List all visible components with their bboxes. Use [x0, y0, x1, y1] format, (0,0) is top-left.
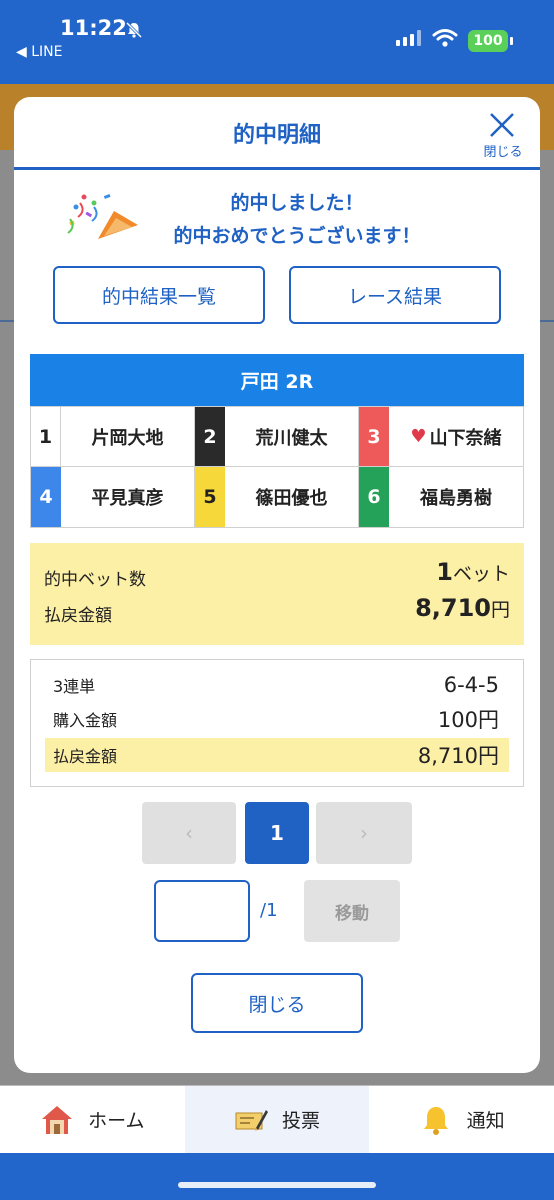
tab-vote-label: 投票 — [282, 1110, 321, 1132]
close-icon[interactable] — [486, 109, 518, 141]
hit-list-button[interactable]: 的中結果一覧 — [53, 266, 265, 324]
bell-icon — [423, 1106, 448, 1135]
detail-payout-value: 8,710円 — [417, 744, 499, 768]
racer-4: 4 平見真彦 — [31, 467, 195, 527]
racer-1: 1 片岡大地 — [31, 407, 195, 467]
battery-indicator: 100 — [468, 30, 513, 52]
racer-name: 荒川健太 — [255, 427, 328, 449]
race-name: 戸田 2R — [30, 354, 524, 406]
racer-name-cell: 平見真彦 — [61, 484, 194, 510]
payout-value: 8,710円 — [415, 594, 510, 622]
detail-row-payout: 払戻金額 8,710円 — [45, 738, 509, 772]
racer-3: 3 ♥ 山下奈緒 — [359, 407, 523, 467]
bottom-tab-bar: ホーム 投票 通知 — [0, 1085, 554, 1153]
congrats-message: 的中しました！ 的中おめでとうございます！ — [132, 187, 462, 253]
racer-name-cell: 福島勇樹 — [389, 484, 523, 510]
purchase-label: 購入金額 — [53, 711, 118, 730]
move-page-button[interactable]: 移動 — [304, 880, 400, 942]
racer-6: 6 福島勇樹 — [359, 467, 523, 527]
next-page-button[interactable]: › — [316, 802, 412, 864]
racer-name-cell: 片岡大地 — [61, 424, 194, 450]
bet-count-value: 1ベット — [436, 558, 510, 586]
race-result-button[interactable]: レース結果 — [289, 266, 501, 324]
racer-name-cell: ♥ 山下奈緒 — [389, 424, 523, 450]
bet-count-number: 1 — [436, 558, 453, 586]
racer-number: 4 — [31, 467, 61, 527]
home-indicator-area — [0, 1153, 554, 1200]
detail-row-purchase: 購入金額 100円 — [45, 702, 509, 736]
current-page-button[interactable]: 1 — [245, 802, 309, 864]
favorite-heart-icon: ♥ — [410, 426, 427, 447]
congrats-line-2: 的中おめでとうございます！ — [173, 225, 421, 247]
racer-2: 2 荒川健太 — [195, 407, 359, 467]
home-icon — [42, 1105, 73, 1134]
payout-number: 8,710 — [415, 594, 491, 622]
wifi-icon — [432, 29, 458, 47]
tab-notifications-label: 通知 — [466, 1110, 505, 1132]
racer-number: 6 — [359, 467, 389, 527]
hit-detail-modal: 的中明細 閉じる 的中しました！ 的中おめでとうございます！ 的中結果一覧 レー… — [14, 97, 540, 1073]
cellular-signal-icon — [396, 30, 421, 46]
bet-type-label: 3連単 — [53, 677, 96, 696]
tab-home-label: ホーム — [88, 1110, 145, 1132]
ticket-icon — [235, 1109, 268, 1131]
racer-name-cell: 篠田優也 — [225, 484, 358, 510]
racer-name: 片岡大地 — [91, 427, 164, 449]
bet-count-unit: ベット — [452, 563, 510, 585]
racer-name: 福島勇樹 — [420, 488, 492, 509]
purchase-value: 100円 — [437, 708, 499, 732]
tab-vote[interactable]: 投票 — [184, 1086, 370, 1153]
racer-number: 2 — [195, 407, 225, 466]
status-bar: 11:22 ◀ LINE 100 — [0, 0, 554, 84]
modal-title: 的中明細 — [232, 123, 321, 148]
payout-unit: 円 — [490, 599, 510, 621]
close-button[interactable]: 閉じる — [191, 973, 363, 1033]
page-total: /1 — [260, 900, 278, 921]
racer-number: 3 — [359, 407, 389, 466]
racer-number: 1 — [31, 407, 61, 466]
title-divider — [14, 167, 540, 170]
racer-name: 山下奈緒 — [429, 427, 502, 449]
home-indicator — [178, 1182, 376, 1188]
detail-row-bet-type: 3連単 6-4-5 — [45, 668, 509, 702]
racer-name-cell: 荒川健太 — [225, 424, 358, 450]
prev-page-button[interactable]: ‹ — [142, 802, 236, 864]
racer-grid: 1 片岡大地 2 荒川健太 3 ♥ 山下奈緒 4 平見真彦 5 篠田優也 6 福島勇樹 — [30, 406, 524, 528]
payout-label: 払戻金額 — [44, 606, 112, 626]
status-time: 11:22 — [60, 16, 127, 40]
racer-name: 平見真彦 — [91, 488, 164, 509]
tab-home[interactable]: ホーム — [0, 1086, 185, 1153]
congrats-line-1: 的中しました！ — [230, 192, 364, 214]
tab-notifications[interactable]: 通知 — [369, 1086, 554, 1153]
detail-payout-label: 払戻金額 — [53, 747, 118, 766]
bet-type-value: 6-4-5 — [443, 673, 499, 697]
bet-detail: 3連単 6-4-5 購入金額 100円 払戻金額 8,710円 — [30, 659, 524, 787]
racer-number: 5 — [195, 467, 225, 527]
bell-muted-icon — [125, 21, 143, 39]
page-number-input[interactable] — [154, 880, 250, 942]
close-label[interactable]: 閉じる — [476, 141, 530, 160]
back-to-line-link[interactable]: ◀ LINE — [16, 44, 62, 60]
racer-5: 5 篠田優也 — [195, 467, 359, 527]
bet-count-label: 的中ベット数 — [44, 570, 146, 590]
racer-name: 篠田優也 — [255, 488, 328, 509]
hit-summary: 的中ベット数 1ベット 払戻金額 8,710円 — [30, 543, 524, 645]
